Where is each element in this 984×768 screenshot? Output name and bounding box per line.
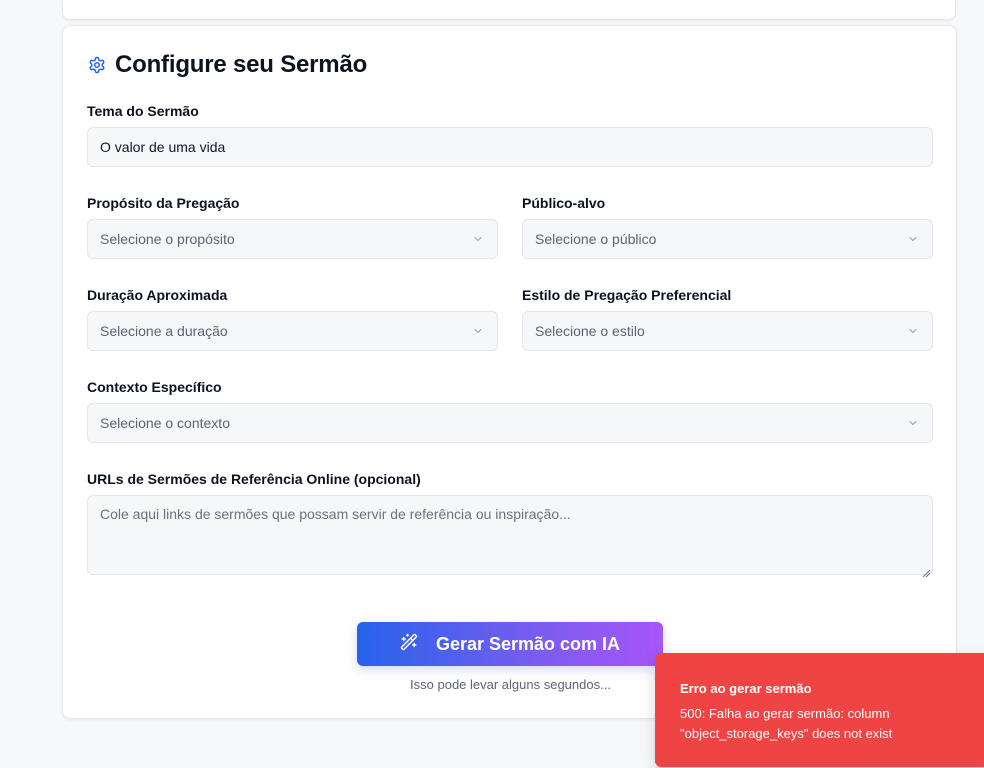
- theme-label: Tema do Sermão: [87, 103, 199, 119]
- previous-card: [62, 0, 956, 20]
- context-label: Contexto Específico: [87, 379, 222, 395]
- duration-select[interactable]: Selecione a duração: [87, 311, 498, 351]
- chevron-down-icon: [906, 324, 920, 338]
- resize-handle-icon[interactable]: [922, 564, 931, 578]
- chevron-down-icon: [906, 416, 920, 430]
- chevron-down-icon: [471, 324, 485, 338]
- magic-wand-icon: [400, 633, 418, 656]
- gear-icon: [87, 55, 107, 75]
- chevron-down-icon: [471, 232, 485, 246]
- purpose-select[interactable]: Selecione o propósito: [87, 219, 498, 259]
- style-select[interactable]: Selecione o estilo: [522, 311, 933, 351]
- duration-select-placeholder: Selecione a duração: [100, 323, 228, 339]
- card-title: Configure seu Sermão: [115, 51, 368, 78]
- chevron-down-icon: [906, 232, 920, 246]
- urls-textarea[interactable]: Cole aqui links de sermões que possam se…: [87, 495, 933, 578]
- audience-select-placeholder: Selecione o público: [535, 231, 657, 247]
- style-label: Estilo de Pregação Preferencial: [522, 287, 732, 303]
- theme-input-value: O valor de uma vida: [100, 139, 226, 155]
- error-toast[interactable]: Erro ao gerar sermão 500: Falha ao gerar…: [655, 653, 984, 767]
- sermon-config-card: Configure seu Sermão Tema do Sermão O va…: [62, 25, 957, 719]
- urls-textarea-placeholder: Cole aqui links de sermões que possam se…: [100, 506, 571, 522]
- audience-label: Público-alvo: [522, 195, 606, 211]
- theme-input[interactable]: O valor de uma vida: [87, 127, 933, 167]
- purpose-label: Propósito da Pregação: [87, 195, 240, 211]
- context-select-placeholder: Selecione o contexto: [100, 415, 230, 431]
- card-header: Configure seu Sermão: [87, 50, 367, 80]
- context-select[interactable]: Selecione o contexto: [87, 403, 933, 443]
- generate-sermon-button[interactable]: Gerar Sermão com IA: [357, 622, 663, 666]
- purpose-select-placeholder: Selecione o propósito: [100, 231, 235, 247]
- toast-title: Erro ao gerar sermão: [680, 681, 812, 696]
- generate-sermon-label: Gerar Sermão com IA: [435, 633, 621, 654]
- audience-select[interactable]: Selecione o público: [522, 219, 933, 259]
- style-select-placeholder: Selecione o estilo: [535, 323, 645, 339]
- urls-label: URLs de Sermões de Referência Online (op…: [87, 471, 421, 487]
- toast-message: 500: Falha ao gerar sermão: column "obje…: [680, 706, 893, 741]
- duration-label: Duração Aproximada: [87, 287, 228, 303]
